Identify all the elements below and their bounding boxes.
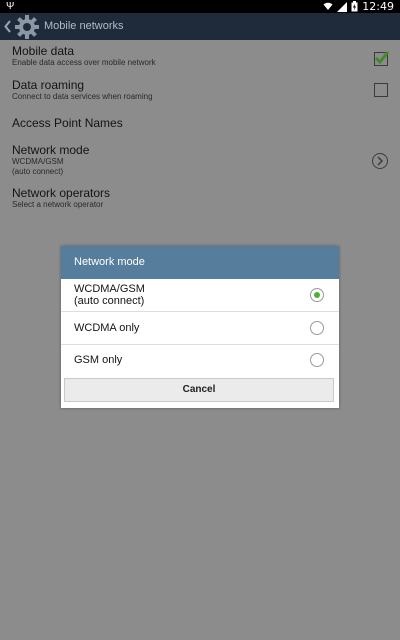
checkmark-icon xyxy=(374,51,390,65)
network-mode-dialog: Network mode WCDMA/GSM (auto connect) WC… xyxy=(61,246,339,408)
network-mode-value-line1: WCDMA/GSM xyxy=(12,157,64,166)
option-wcdma-only-label: WCDMA only xyxy=(74,322,140,334)
usb-icon: Ψ xyxy=(6,1,15,12)
radio-wcdma-gsm[interactable] xyxy=(310,288,324,302)
mobile-data-checkbox[interactable] xyxy=(374,51,390,66)
data-roaming-setting[interactable]: Data roaming Connect to data services wh… xyxy=(12,78,388,106)
apn-setting[interactable]: Access Point Names xyxy=(12,116,388,134)
mobile-data-setting[interactable]: Mobile data Enable data access over mobi… xyxy=(12,44,390,72)
network-mode-value-line2: (auto connect) xyxy=(12,167,64,176)
signal-icon xyxy=(337,1,348,12)
page-title: Mobile networks xyxy=(44,20,124,32)
option-gsm-only-label: GSM only xyxy=(74,354,123,366)
radio-gsm-only[interactable] xyxy=(310,353,324,367)
option-wcdma-gsm-line2: (auto connect) xyxy=(74,295,145,307)
mobile-data-title: Mobile data xyxy=(12,44,75,58)
cancel-button[interactable]: Cancel xyxy=(64,378,334,402)
clock: 12:49 xyxy=(362,0,394,13)
data-roaming-title: Data roaming xyxy=(12,78,85,92)
dialog-title: Network mode xyxy=(74,256,145,268)
network-mode-title: Network mode xyxy=(12,143,90,157)
wifi-icon xyxy=(323,2,333,10)
mobile-data-subtitle: Enable data access over mobile network xyxy=(12,58,156,67)
network-mode-setting[interactable]: Network mode WCDMA/GSM (auto connect) xyxy=(12,143,388,181)
dialog-header: Network mode xyxy=(61,246,339,279)
apn-title: Access Point Names xyxy=(12,116,123,130)
network-operators-title: Network operators xyxy=(12,186,111,200)
status-bar: Ψ 12:49 xyxy=(0,0,400,13)
network-operators-setting[interactable]: Network operators Select a network opera… xyxy=(12,186,388,214)
chevron-right-icon xyxy=(372,153,388,169)
data-roaming-checkbox[interactable] xyxy=(374,83,388,97)
option-wcdma-gsm-line1: WCDMA/GSM xyxy=(74,283,145,295)
settings-gear-icon[interactable] xyxy=(14,14,40,40)
option-wcdma-only[interactable]: WCDMA only xyxy=(61,312,339,345)
option-wcdma-gsm[interactable]: WCDMA/GSM (auto connect) xyxy=(61,279,339,312)
network-operators-subtitle: Select a network operator xyxy=(12,200,104,209)
radio-wcdma-only[interactable] xyxy=(310,321,324,335)
battery-icon xyxy=(351,1,358,12)
back-icon[interactable] xyxy=(3,19,13,34)
option-gsm-only[interactable]: GSM only xyxy=(61,345,339,375)
data-roaming-subtitle: Connect to data services when roaming xyxy=(12,92,153,101)
action-bar: Mobile networks xyxy=(0,13,400,40)
